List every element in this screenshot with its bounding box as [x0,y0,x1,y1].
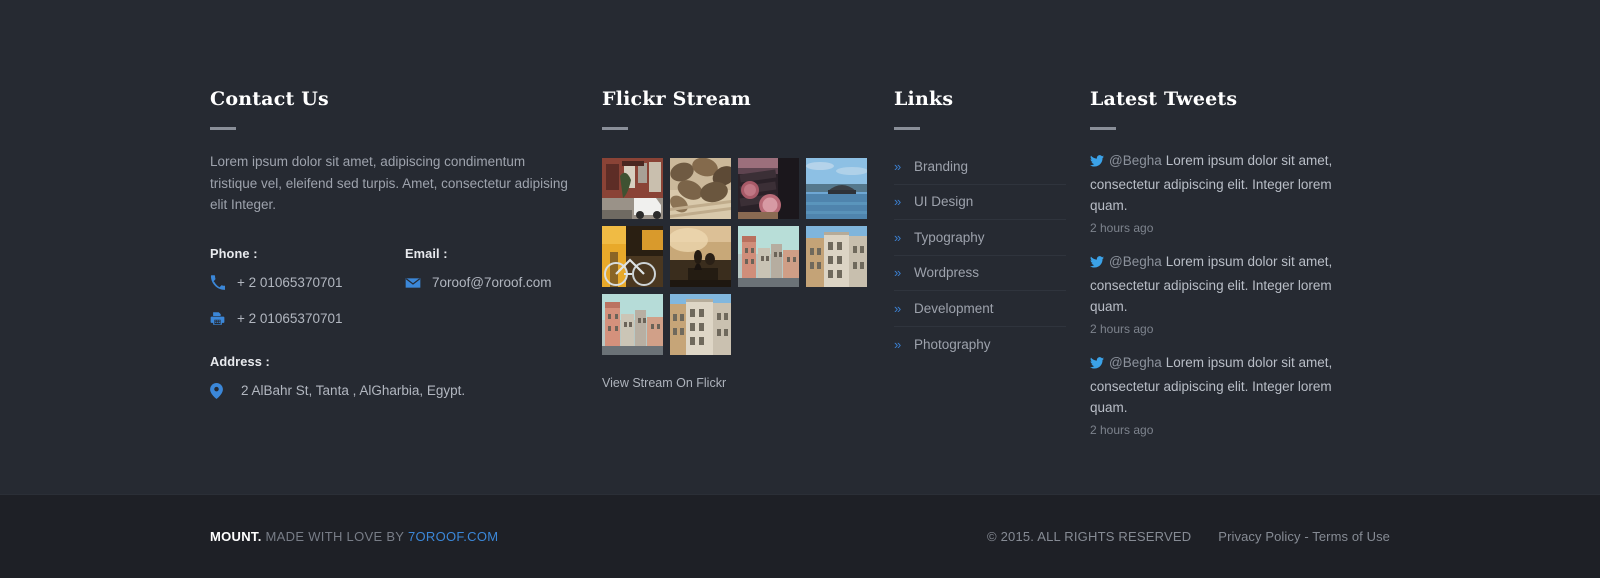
fax-icon [210,311,232,326]
flickr-thumbnail-grid [602,158,874,355]
footer-bottom-inner: MOUNT. MADE WITH LOVE BY 7OROOF.COM © 20… [210,495,1390,578]
link-ui-design[interactable]: UI Design [914,194,973,209]
contact-description: Lorem ipsum dolor sit amet, adipiscing c… [210,154,568,212]
phone-row[interactable]: + 2 01065370701 [210,272,400,294]
flickr-thumb[interactable] [738,226,799,287]
list-item: @Begha Lorem ipsum dolor sit amet, consec… [1090,251,1358,340]
title-underline [210,127,236,130]
double-chevron-right-icon: » [894,158,902,174]
list-item[interactable]: » Photography [894,327,1066,363]
privacy-policy-terms-link[interactable]: Privacy Policy - Terms of Use [1218,529,1390,544]
phone-block: Phone : + 2 01065370701 + 2 01065370701 [210,246,400,344]
list-item: @Begha Lorem ipsum dolor sit amet, consec… [1090,150,1358,239]
email-row[interactable]: 7oroof@7oroof.com [405,272,585,294]
list-item[interactable]: » UI Design [894,185,1066,220]
twitter-bird-icon [1090,152,1104,174]
address-row[interactable]: 2 AlBahr St, Tanta , AlGharbia, Egypt. [210,380,580,402]
address-block: Address : 2 AlBahr St, Tanta , AlGharbia… [210,354,580,416]
tweet-list: @Begha Lorem ipsum dolor sit amet, consec… [1090,150,1358,441]
email-label: Email : [405,245,448,261]
envelope-icon [405,275,427,291]
list-item[interactable]: » Typography [894,220,1066,256]
tweets-column: Latest Tweets @Begha Lorem ipsum dolor si… [1090,88,1360,453]
twitter-bird-icon [1090,253,1104,275]
7oroof-link[interactable]: 7OROOF.COM [408,529,498,544]
title-underline [602,127,628,130]
list-item[interactable]: » Wordpress [894,256,1066,291]
phone-label: Phone : [210,245,258,261]
flickr-thumb[interactable] [602,226,663,287]
tweet-timestamp: 2 hours ago [1090,422,1154,437]
fax-number: + 2 01065370701 [237,311,343,326]
tweet-content: @Begha Lorem ipsum dolor sit amet, consec… [1090,251,1358,318]
flickr-thumb[interactable] [670,226,731,287]
footer-columns: Contact Us Lorem ipsum dolor sit amet, a… [210,0,1390,494]
twitter-bird-icon [1090,354,1104,376]
link-wordpress[interactable]: Wordpress [914,265,979,280]
flickr-thumb[interactable] [670,158,731,219]
footer-link-list: » Branding » UI Design » Typography » Wo… [894,149,1066,362]
tweet-handle[interactable]: @Begha [1109,355,1162,370]
double-chevron-right-icon: » [894,194,902,210]
tweet-content: @Begha Lorem ipsum dolor sit amet, consec… [1090,150,1358,217]
flickr-thumb[interactable] [602,158,663,219]
title-underline [894,127,920,130]
list-item[interactable]: » Development [894,291,1066,327]
double-chevron-right-icon: » [894,336,902,352]
flickr-title: Flickr Stream [602,88,751,110]
flickr-column: Flickr Stream View Stream On Flickr [602,88,877,392]
contact-details-grid: Phone : + 2 01065370701 + 2 01065370701 … [210,246,580,399]
link-photography[interactable]: Photography [914,337,991,352]
links-column: Links » Branding » UI Design » Typograph… [894,88,1069,362]
link-branding[interactable]: Branding [914,159,968,174]
view-stream-on-flickr-link[interactable]: View Stream On Flickr [602,376,726,390]
tweet-handle[interactable]: @Begha [1109,254,1162,269]
flickr-thumb[interactable] [806,158,867,219]
double-chevron-right-icon: » [894,300,902,316]
title-underline [1090,127,1116,130]
made-with-love-text: MADE WITH LOVE BY [261,529,408,544]
flickr-thumb[interactable] [738,158,799,219]
contact-title: Contact Us [210,88,329,110]
tweet-handle[interactable]: @Begha [1109,153,1162,168]
flickr-thumb[interactable] [602,294,663,355]
email-address: 7oroof@7oroof.com [432,275,552,290]
address-text: 2 AlBahr St, Tanta , AlGharbia, Egypt. [241,383,466,398]
links-title: Links [894,88,954,110]
address-label: Address : [210,353,270,369]
copyright-credit: MOUNT. MADE WITH LOVE BY 7OROOF.COM [210,529,498,544]
flickr-thumb[interactable] [806,226,867,287]
tweets-title: Latest Tweets [1090,88,1238,110]
tweet-timestamp: 2 hours ago [1090,321,1154,336]
double-chevron-right-icon: » [894,265,902,281]
fax-row[interactable]: + 2 01065370701 [210,308,400,330]
legal-area: © 2015. ALL RIGHTS RESERVED Privacy Poli… [987,529,1390,544]
email-block: Email : 7oroof@7oroof.com [405,246,585,308]
rights-reserved-text: © 2015. ALL RIGHTS RESERVED [987,529,1192,544]
link-development[interactable]: Development [914,301,994,316]
link-typography[interactable]: Typography [914,230,985,245]
footer-page: Contact Us Lorem ipsum dolor sit amet, a… [0,0,1600,578]
tweet-content: @Begha Lorem ipsum dolor sit amet, consec… [1090,352,1358,419]
contact-column: Contact Us Lorem ipsum dolor sit amet, a… [210,88,580,399]
list-item[interactable]: » Branding [894,149,1066,185]
footer-main-band: Contact Us Lorem ipsum dolor sit amet, a… [0,0,1600,494]
footer-bottom-bar: MOUNT. MADE WITH LOVE BY 7OROOF.COM © 20… [0,494,1600,578]
phone-icon [210,275,232,290]
flickr-thumb[interactable] [670,294,731,355]
list-item: @Begha Lorem ipsum dolor sit amet, consec… [1090,352,1358,441]
map-pin-icon [210,382,232,399]
tweet-timestamp: 2 hours ago [1090,220,1154,235]
phone-number: + 2 01065370701 [237,275,343,290]
brand-name: MOUNT. [210,529,262,544]
double-chevron-right-icon: » [894,229,902,245]
